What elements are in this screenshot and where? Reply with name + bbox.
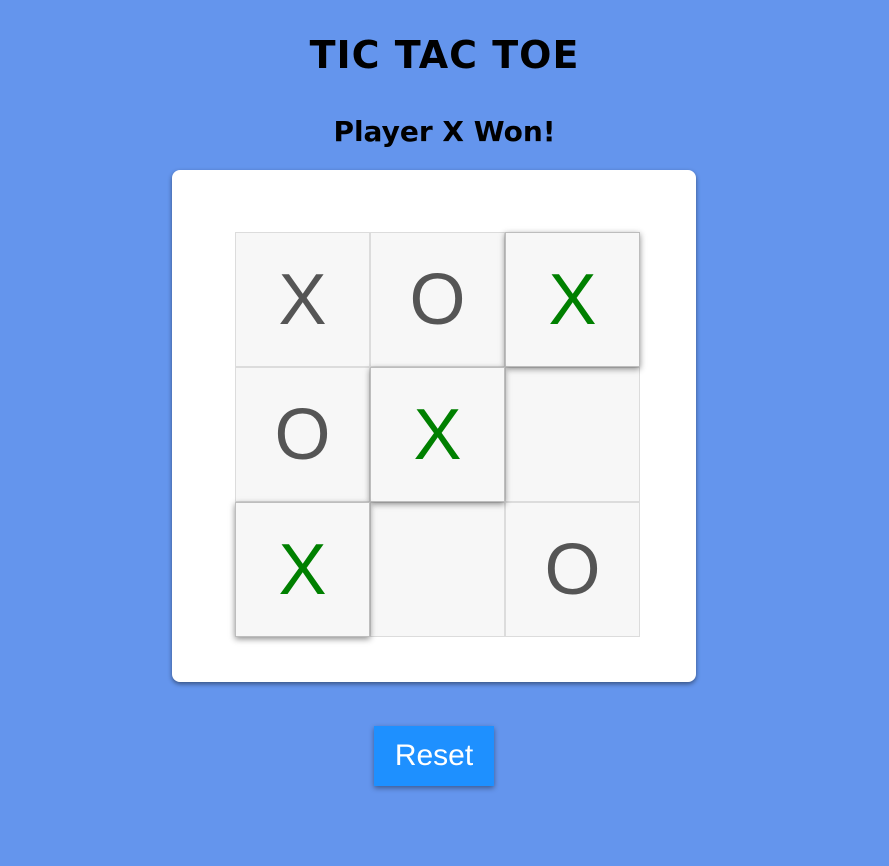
cell-0-1[interactable]: O xyxy=(370,232,505,367)
game-board: X O X O X X O xyxy=(235,232,640,637)
cell-1-2[interactable] xyxy=(505,367,640,502)
cell-2-0[interactable]: X xyxy=(235,502,370,637)
cell-0-0[interactable]: X xyxy=(235,232,370,367)
cell-0-2[interactable]: X xyxy=(505,232,640,367)
cell-2-1[interactable] xyxy=(370,502,505,637)
game-status: Player X Won! xyxy=(333,115,556,148)
reset-button[interactable]: Reset xyxy=(374,726,494,786)
board-panel: X O X O X X O xyxy=(172,170,696,682)
cell-1-1[interactable]: X xyxy=(370,367,505,502)
cell-1-0[interactable]: O xyxy=(235,367,370,502)
game-title: TIC TAC TOE xyxy=(309,33,580,77)
cell-2-2[interactable]: O xyxy=(505,502,640,637)
